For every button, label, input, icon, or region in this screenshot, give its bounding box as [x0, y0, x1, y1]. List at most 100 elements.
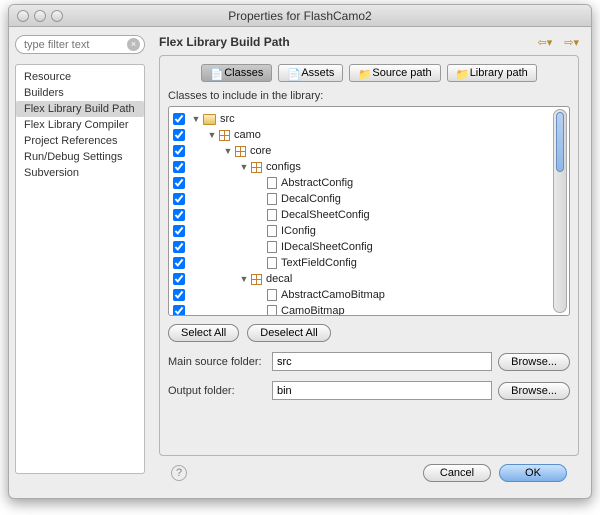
- back-icon[interactable]: ⇦▾: [538, 36, 553, 49]
- tree-row[interactable]: DecalSheetConfig: [173, 207, 565, 223]
- tab-icon: 📁: [358, 68, 368, 78]
- tree-checkbox[interactable]: [173, 145, 185, 157]
- tree-row[interactable]: IConfig: [173, 223, 565, 239]
- deselect-all-button[interactable]: Deselect All: [247, 324, 330, 342]
- tab-label: Assets: [301, 67, 334, 79]
- tab-icon: 📄: [210, 68, 220, 78]
- output-input[interactable]: [272, 381, 492, 400]
- folder-icon: [203, 114, 216, 125]
- chevron-down-icon[interactable]: ▼: [191, 114, 201, 124]
- main-source-label: Main source folder:: [168, 356, 266, 368]
- chevron-down-icon[interactable]: ▼: [207, 130, 217, 140]
- sidebar-item-5[interactable]: Run/Debug Settings: [16, 149, 144, 165]
- pkg-icon: [235, 146, 246, 157]
- tree-row[interactable]: CamoBitmap: [173, 303, 565, 316]
- tree-row[interactable]: ▼ camo: [173, 127, 565, 143]
- tab-icon: 📁: [456, 68, 466, 78]
- tab-label: Classes: [224, 67, 263, 79]
- tree-checkbox[interactable]: [173, 161, 185, 173]
- sidebar-item-2[interactable]: Flex Library Build Path: [16, 101, 144, 117]
- sidebar-item-1[interactable]: Builders: [16, 85, 144, 101]
- nav-list: ResourceBuildersFlex Library Build PathF…: [15, 64, 145, 474]
- zoom-icon[interactable]: [51, 10, 63, 22]
- tree-checkbox[interactable]: [173, 129, 185, 141]
- tree-checkbox[interactable]: [173, 305, 185, 316]
- tree-row[interactable]: AbstractCamoBitmap: [173, 287, 565, 303]
- help-icon[interactable]: ?: [171, 465, 187, 481]
- tree-checkbox[interactable]: [173, 193, 185, 205]
- chevron-down-icon[interactable]: ▼: [223, 146, 233, 156]
- titlebar: Properties for FlashCamo2: [9, 5, 591, 27]
- tree-label: decal: [266, 273, 292, 285]
- tree-row[interactable]: ▼ decal: [173, 271, 565, 287]
- window-title: Properties for FlashCamo2: [228, 9, 371, 23]
- file-icon: [267, 241, 277, 253]
- ok-button[interactable]: OK: [499, 464, 567, 482]
- output-label: Output folder:: [168, 385, 266, 397]
- tree-row[interactable]: TextFieldConfig: [173, 255, 565, 271]
- tree-checkbox[interactable]: [173, 225, 185, 237]
- browse-main-source-button[interactable]: Browse...: [498, 353, 570, 371]
- tab-classes[interactable]: 📄 Classes: [201, 64, 272, 82]
- tree-row[interactable]: ▼ core: [173, 143, 565, 159]
- close-icon[interactable]: [17, 10, 29, 22]
- cancel-button[interactable]: Cancel: [423, 464, 491, 482]
- tree-checkbox[interactable]: [173, 273, 185, 285]
- pkg-icon: [251, 162, 262, 173]
- tab-assets[interactable]: 📄 Assets: [278, 64, 343, 82]
- pkg-icon: [219, 130, 230, 141]
- tree-label: configs: [266, 161, 301, 173]
- sidebar-item-4[interactable]: Project References: [16, 133, 144, 149]
- tree-label: IConfig: [281, 225, 316, 237]
- filter-input[interactable]: [15, 35, 145, 54]
- sidebar-item-0[interactable]: Resource: [16, 69, 144, 85]
- tree-checkbox[interactable]: [173, 257, 185, 269]
- file-icon: [267, 225, 277, 237]
- tab-label: Library path: [470, 67, 528, 79]
- minimize-icon[interactable]: [34, 10, 46, 22]
- scrollbar[interactable]: [553, 109, 567, 313]
- chevron-down-icon[interactable]: ▼: [239, 162, 249, 172]
- tree-label: core: [250, 145, 271, 157]
- tree-row[interactable]: ▼ src: [173, 111, 565, 127]
- tree-checkbox[interactable]: [173, 241, 185, 253]
- file-icon: [267, 305, 277, 316]
- tree-row[interactable]: DecalConfig: [173, 191, 565, 207]
- chevron-down-icon[interactable]: ▼: [239, 274, 249, 284]
- tree-label: TextFieldConfig: [281, 257, 357, 269]
- sidebar-item-6[interactable]: Subversion: [16, 165, 144, 181]
- forward-icon[interactable]: ⇨▾: [564, 36, 579, 49]
- file-icon: [267, 257, 277, 269]
- file-icon: [267, 193, 277, 205]
- tree-label: Classes to include in the library:: [168, 90, 570, 102]
- tree-label: DecalConfig: [281, 193, 341, 205]
- tree-label: AbstractCamoBitmap: [281, 289, 385, 301]
- tab-icon: 📄: [287, 68, 297, 78]
- tree-row[interactable]: ▼ configs: [173, 159, 565, 175]
- tree-row[interactable]: AbstractConfig: [173, 175, 565, 191]
- tree-checkbox[interactable]: [173, 209, 185, 221]
- tree-label: DecalSheetConfig: [281, 209, 370, 221]
- page-title: Flex Library Build Path: [159, 35, 290, 49]
- tree-label: CamoBitmap: [281, 305, 345, 316]
- sidebar-item-3[interactable]: Flex Library Compiler: [16, 117, 144, 133]
- tree-row[interactable]: IDecalSheetConfig: [173, 239, 565, 255]
- tree-checkbox[interactable]: [173, 177, 185, 189]
- tab-label: Source path: [372, 67, 431, 79]
- tabs: 📄 Classes 📄 Assets 📁 Source path 📁 Library path: [168, 64, 570, 82]
- browse-output-button[interactable]: Browse...: [498, 382, 570, 400]
- tree-box: ▼src▼camo▼core▼configsAbstractConfigDeca…: [168, 106, 570, 316]
- tab-library-path[interactable]: 📁 Library path: [447, 64, 537, 82]
- tree-checkbox[interactable]: [173, 113, 185, 125]
- file-icon: [267, 289, 277, 301]
- tab-source-path[interactable]: 📁 Source path: [349, 64, 440, 82]
- tree-label: src: [220, 113, 235, 125]
- main-source-input[interactable]: [272, 352, 492, 371]
- tree-label: IDecalSheetConfig: [281, 241, 373, 253]
- clear-icon[interactable]: ×: [127, 38, 140, 51]
- scroll-thumb[interactable]: [556, 112, 564, 172]
- tree-checkbox[interactable]: [173, 289, 185, 301]
- select-all-button[interactable]: Select All: [168, 324, 239, 342]
- tree-label: AbstractConfig: [281, 177, 353, 189]
- tree-label: camo: [234, 129, 261, 141]
